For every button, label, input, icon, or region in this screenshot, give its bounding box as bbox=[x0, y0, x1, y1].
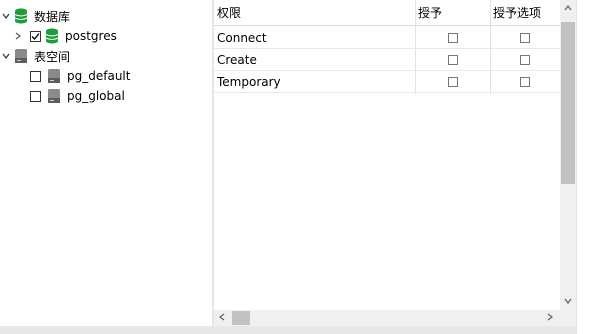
column-header-grant[interactable]: 授予 bbox=[415, 0, 490, 26]
header-label: 权限 bbox=[217, 6, 242, 20]
scroll-right-arrow-icon[interactable] bbox=[542, 313, 558, 324]
privileges-grid: 权限 授予 授予选项 Connect Create Temporary bbox=[214, 0, 560, 310]
header-label: 授予选项 bbox=[493, 6, 542, 20]
grant-cell bbox=[415, 27, 490, 49]
privilege-cell: Temporary bbox=[217, 75, 281, 89]
tree-node-pg-global[interactable]: pg_global bbox=[30, 86, 125, 106]
grant-checkbox[interactable] bbox=[447, 77, 458, 87]
vertical-scrollbar[interactable] bbox=[560, 0, 576, 310]
grant-option-cell bbox=[490, 49, 560, 71]
grant-checkbox[interactable] bbox=[447, 33, 458, 43]
table-row: Connect bbox=[214, 27, 560, 49]
column-header-privilege[interactable]: 权限 bbox=[214, 0, 415, 26]
grant-cell bbox=[415, 71, 490, 93]
chevron-down-icon[interactable] bbox=[0, 10, 12, 22]
chevron-down-icon[interactable] bbox=[0, 50, 12, 62]
pg-global-checkbox[interactable] bbox=[30, 90, 41, 102]
tree-node-databases[interactable]: 数据库 bbox=[0, 6, 70, 26]
tablespace-icon bbox=[47, 68, 61, 84]
scroll-left-arrow-icon[interactable] bbox=[214, 313, 230, 324]
pg-default-checkbox[interactable] bbox=[30, 70, 41, 82]
scroll-up-arrow-icon[interactable] bbox=[560, 3, 576, 14]
chevron-right-icon[interactable] bbox=[12, 30, 24, 42]
grant-option-checkbox[interactable] bbox=[520, 77, 530, 87]
grant-option-checkbox[interactable] bbox=[520, 33, 530, 43]
database-icon bbox=[45, 28, 59, 44]
database-postgres-label: postgres bbox=[65, 29, 117, 43]
checkmark-icon bbox=[31, 32, 40, 40]
tablespaces-label: 表空间 bbox=[34, 49, 71, 64]
window-edge bbox=[576, 0, 602, 334]
vertical-scroll-thumb[interactable] bbox=[561, 22, 575, 184]
grant-cell bbox=[415, 49, 490, 71]
horizontal-scrollbar[interactable] bbox=[214, 310, 560, 326]
pg-global-label: pg_global bbox=[67, 89, 125, 103]
header-label: 授予 bbox=[418, 6, 443, 20]
object-tree: 数据库 postgres 表空间 pg_default pg_global bbox=[0, 0, 212, 326]
pg-default-label: pg_default bbox=[67, 69, 131, 83]
tablespace-icon bbox=[14, 48, 28, 64]
tree-node-pg-default[interactable]: pg_default bbox=[30, 66, 130, 86]
grant-checkbox[interactable] bbox=[447, 55, 458, 65]
tree-node-postgres[interactable]: postgres bbox=[12, 26, 117, 46]
table-row: Create bbox=[214, 49, 560, 71]
grant-option-cell bbox=[490, 71, 560, 93]
database-icon bbox=[14, 8, 28, 24]
scroll-down-arrow-icon[interactable] bbox=[560, 296, 576, 307]
scrollbar-corner bbox=[560, 310, 576, 326]
table-row: Temporary bbox=[214, 71, 560, 93]
grant-option-cell bbox=[490, 27, 560, 49]
column-header-grant-option[interactable]: 授予选项 bbox=[490, 0, 560, 26]
privilege-cell: Connect bbox=[217, 31, 267, 45]
bottom-border bbox=[0, 326, 576, 334]
horizontal-scroll-thumb[interactable] bbox=[232, 311, 250, 325]
tree-node-tablespaces[interactable]: 表空间 bbox=[0, 46, 70, 66]
postgres-checkbox[interactable] bbox=[30, 30, 41, 42]
tablespace-icon bbox=[47, 88, 61, 104]
privilege-cell: Create bbox=[217, 53, 257, 67]
databases-label: 数据库 bbox=[34, 9, 71, 24]
grant-option-checkbox[interactable] bbox=[520, 55, 530, 65]
